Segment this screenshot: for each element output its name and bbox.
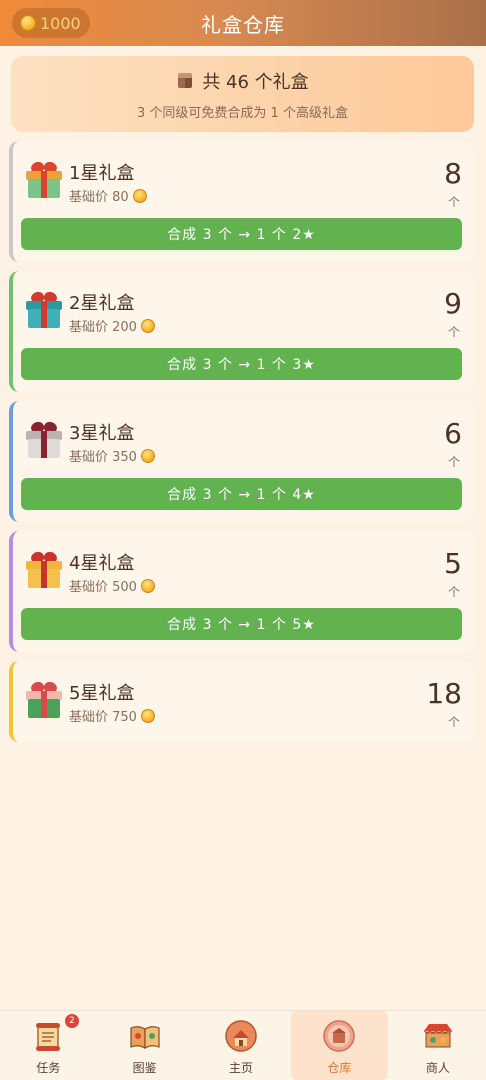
coin-icon <box>132 188 147 203</box>
nav-item-collection[interactable]: 图鉴 <box>96 1011 192 1080</box>
gift-box-icon <box>25 290 63 329</box>
box-count: 9 <box>444 287 462 320</box>
bottom-nav: 2 任务 图鉴 主页 仓库 商人 <box>0 1010 486 1080</box>
box-name: 3星礼盒 <box>69 423 135 444</box>
notification-badge: 2 <box>65 1014 79 1028</box>
box-count: 8 <box>444 157 462 190</box>
gift-box-card-5star: 5星礼盒 基础价 750 18 个 <box>9 661 474 742</box>
coin-icon <box>140 708 155 723</box>
gift-box-card-1star: 1星礼盒 基础价 80 8 个 合成 3 个 → 1 个 2★ <box>9 141 474 262</box>
gift-box-icon <box>25 420 63 459</box>
nav-label: 商人 <box>425 1061 450 1075</box>
gift-box-card-4star: 4星礼盒 基础价 500 5 个 合成 3 个 → 1 个 5★ <box>9 531 474 652</box>
box-price: 基础价 500 <box>69 576 155 595</box>
gift-box-card-2star: 2星礼盒 基础价 200 9 个 合成 3 个 → 1 个 3★ <box>9 271 474 392</box>
count-unit: 个 <box>447 195 460 209</box>
scroll-icon <box>31 1019 65 1053</box>
merge-button[interactable]: 合成 3 个 → 1 个 5★ <box>21 608 462 640</box>
gift-box-icon <box>25 550 63 589</box>
nav-item-tasks[interactable]: 2 任务 <box>0 1011 96 1080</box>
coin-amount: 1000 <box>40 13 81 33</box>
box-count: 5 <box>444 547 462 580</box>
open-book-icon <box>128 1019 162 1053</box>
page-title: 礼盒仓库 <box>201 12 285 37</box>
count-unit: 个 <box>447 455 460 469</box>
merge-button[interactable]: 合成 3 个 → 1 个 4★ <box>21 478 462 510</box>
home-icon <box>224 1019 258 1053</box>
summary-banner: 共 46 个礼盒 3 个同级可免费合成为 1 个高级礼盒 <box>11 56 474 132</box>
count-unit: 个 <box>447 715 460 729</box>
box-price: 基础价 200 <box>69 316 155 335</box>
gift-box-icon <box>25 160 63 199</box>
coin-icon <box>140 578 155 593</box>
box-price: 基础价 350 <box>69 446 155 465</box>
coin-icon <box>20 15 36 31</box>
warehouse-icon <box>322 1019 356 1053</box>
merge-hint: 3 个同级可免费合成为 1 个高级礼盒 <box>137 105 348 121</box>
box-name: 4星礼盒 <box>69 553 135 574</box>
coin-icon <box>140 318 155 333</box>
nav-label: 任务 <box>36 1061 61 1075</box>
nav-item-warehouse[interactable]: 仓库 <box>291 1011 388 1080</box>
box-name: 5星礼盒 <box>69 683 135 704</box>
merchant-stall-icon <box>421 1019 455 1053</box>
box-count: 18 <box>426 677 462 710</box>
total-count: 共 46 个礼盒 <box>202 71 309 93</box>
coin-icon <box>140 448 155 463</box>
nav-label: 仓库 <box>327 1061 352 1075</box>
nav-item-home[interactable]: 主页 <box>193 1011 289 1080</box>
box-count: 6 <box>444 417 462 450</box>
box-icon <box>176 72 194 90</box>
nav-label: 主页 <box>229 1061 254 1075</box>
box-price: 基础价 80 <box>69 186 147 205</box>
merge-button[interactable]: 合成 3 个 → 1 个 2★ <box>21 218 462 250</box>
count-unit: 个 <box>447 325 460 339</box>
gift-box-icon <box>25 680 63 719</box>
count-unit: 个 <box>447 585 460 599</box>
nav-item-merchant[interactable]: 商人 <box>390 1011 486 1080</box>
box-name: 1星礼盒 <box>69 163 135 184</box>
coin-balance[interactable]: 1000 <box>12 8 90 38</box>
nav-label: 图鉴 <box>132 1061 157 1075</box>
app-header: 1000 礼盒仓库 <box>0 0 486 46</box>
box-price: 基础价 750 <box>69 706 155 725</box>
merge-button[interactable]: 合成 3 个 → 1 个 3★ <box>21 348 462 380</box>
box-name: 2星礼盒 <box>69 293 135 314</box>
gift-box-card-3star: 3星礼盒 基础价 350 6 个 合成 3 个 → 1 个 4★ <box>9 401 474 522</box>
